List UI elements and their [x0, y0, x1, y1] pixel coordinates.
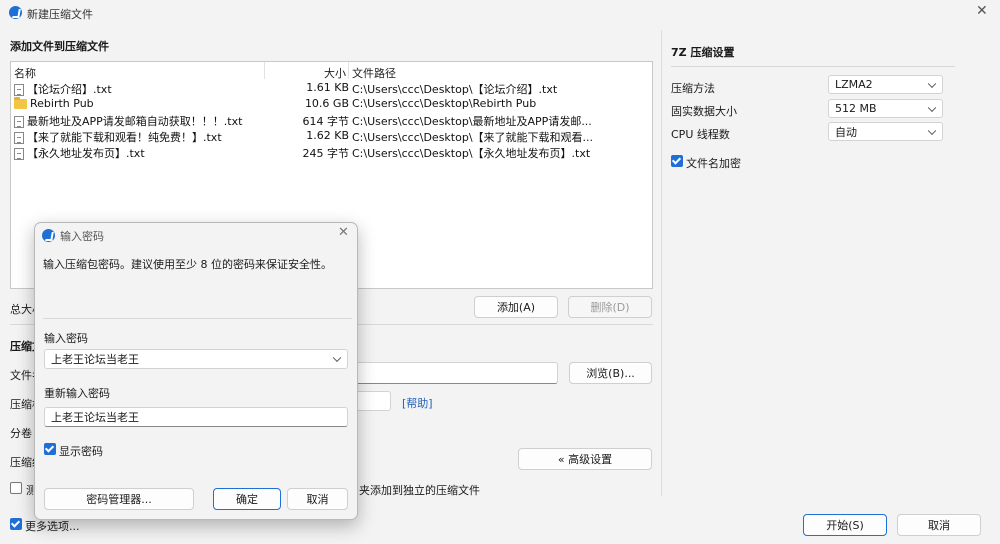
dialog-title: 输入密码: [60, 230, 104, 243]
separate-archives-label: 夹添加到独立的压缩文件: [359, 484, 480, 497]
table-row[interactable]: 【永久地址发布页】.txt 245 字节 C:\Users\ccc\Deskto…: [14, 145, 650, 161]
more-options-checkbox[interactable]: [10, 518, 22, 530]
file-icon: [14, 116, 24, 128]
delete-button[interactable]: 删除(D): [568, 296, 652, 318]
file-name: 【来了就能下载和观看！纯免费！】.txt: [27, 131, 222, 144]
app-logo-icon: [9, 6, 22, 19]
show-password-checkbox[interactable]: [44, 443, 56, 455]
file-path: C:\Users\ccc\Desktop\【论坛介绍】.txt: [352, 83, 558, 96]
file-name: Rebirth Pub: [30, 97, 94, 110]
add-button[interactable]: 添加(A): [474, 296, 558, 318]
password-value: 上老王论坛当老王: [51, 353, 139, 366]
dialog-close-icon[interactable]: ✕: [338, 225, 349, 240]
dialog-ok-button[interactable]: 确定: [213, 488, 281, 510]
file-size: 10.6 GB: [304, 97, 349, 110]
table-row[interactable]: 【来了就能下载和观看！纯免费！】.txt 1.62 KB C:\Users\cc…: [14, 129, 650, 145]
file-icon: [14, 84, 24, 96]
7z-settings-panel: 7Z 压缩设置 压缩方法 LZMA2 固实数据大小 512 MB CPU 线程数…: [661, 30, 994, 496]
split-label: 分卷: [10, 427, 32, 440]
password-combobox[interactable]: 上老王论坛当老王: [44, 349, 348, 369]
file-size: 245 字节: [302, 147, 350, 160]
folder-icon: [14, 97, 27, 109]
chevron-down-icon: [927, 103, 937, 112]
file-name: 【论坛介绍】.txt: [27, 83, 112, 96]
file-path: C:\Users\ccc\Desktop\【来了就能下载和观看...: [352, 131, 594, 144]
password-manager-button[interactable]: 密码管理器...: [44, 488, 194, 510]
dialog-message: 输入压缩包密码。建议使用至少 8 位的密码来保证安全性。: [43, 258, 332, 271]
file-size: 614 字节: [302, 115, 350, 128]
column-header-path[interactable]: 文件路径: [352, 65, 396, 81]
dict-size-value: 512 MB: [835, 102, 877, 115]
help-link[interactable]: [帮助]: [402, 395, 433, 411]
method-select[interactable]: LZMA2: [828, 75, 943, 94]
column-header-size[interactable]: 大小: [324, 65, 346, 81]
table-row[interactable]: Rebirth Pub 10.6 GB C:\Users\ccc\Desktop…: [14, 97, 650, 113]
title-bar: 新建压缩文件 ✕: [0, 0, 1000, 26]
start-button[interactable]: 开始(S): [803, 514, 887, 536]
7z-settings-title: 7Z 压缩设置: [671, 46, 735, 59]
show-password-label: 显示密码: [59, 445, 103, 458]
threads-value: 自动: [835, 125, 857, 139]
chevron-down-icon: [332, 353, 342, 363]
file-icon: [14, 132, 24, 144]
more-options-label[interactable]: 更多选项...: [25, 518, 80, 534]
threads-label: CPU 线程数: [671, 128, 730, 141]
repeat-password-label: 重新输入密码: [44, 387, 110, 400]
advanced-settings-button[interactable]: « 高级设置: [518, 448, 652, 470]
method-label: 压缩方法: [671, 82, 715, 95]
file-size: 1.62 KB: [306, 129, 349, 142]
encrypt-names-label: 文件名加密: [686, 157, 741, 170]
file-path: C:\Users\ccc\Desktop\最新地址及APP请发邮...: [352, 115, 592, 128]
method-value: LZMA2: [835, 78, 873, 91]
window-close-icon[interactable]: ✕: [976, 3, 988, 19]
add-files-title: 添加文件到压缩文件: [10, 40, 109, 53]
dialog-cancel-button[interactable]: 取消: [287, 488, 348, 510]
table-row[interactable]: 最新地址及APP请发邮箱自动获取！！！.txt 614 字节 C:\Users\…: [14, 113, 650, 129]
repeat-password-input[interactable]: 上老王论坛当老王: [44, 407, 348, 427]
dict-size-select[interactable]: 512 MB: [828, 99, 943, 118]
file-name: 【永久地址发布页】.txt: [27, 147, 145, 160]
cancel-button[interactable]: 取消: [897, 514, 981, 536]
column-header-name[interactable]: 名称: [14, 65, 36, 81]
dialog-app-icon: [42, 229, 55, 242]
file-name: 最新地址及APP请发邮箱自动获取！！！.txt: [27, 115, 243, 128]
password-dialog: 输入密码 ✕ 输入压缩包密码。建议使用至少 8 位的密码来保证安全性。 输入密码…: [34, 222, 358, 520]
file-size: 1.61 KB: [306, 81, 349, 94]
table-row[interactable]: 【论坛介绍】.txt 1.61 KB C:\Users\ccc\Desktop\…: [14, 81, 650, 97]
encrypt-names-checkbox[interactable]: [671, 155, 683, 167]
chevron-down-icon: [927, 126, 937, 135]
chevron-down-icon: [927, 79, 937, 88]
file-icon: [14, 148, 24, 160]
window-title: 新建压缩文件: [27, 8, 93, 21]
password-label: 输入密码: [44, 332, 88, 345]
file-path: C:\Users\ccc\Desktop\【永久地址发布页】.txt: [352, 147, 591, 160]
browse-button[interactable]: 浏览(B)...: [569, 362, 652, 384]
threads-select[interactable]: 自动: [828, 122, 943, 141]
dict-size-label: 固实数据大小: [671, 105, 737, 118]
test-checkbox[interactable]: [10, 482, 22, 494]
repeat-password-value: 上老王论坛当老王: [51, 411, 139, 424]
file-path: C:\Users\ccc\Desktop\Rebirth Pub: [352, 97, 537, 110]
